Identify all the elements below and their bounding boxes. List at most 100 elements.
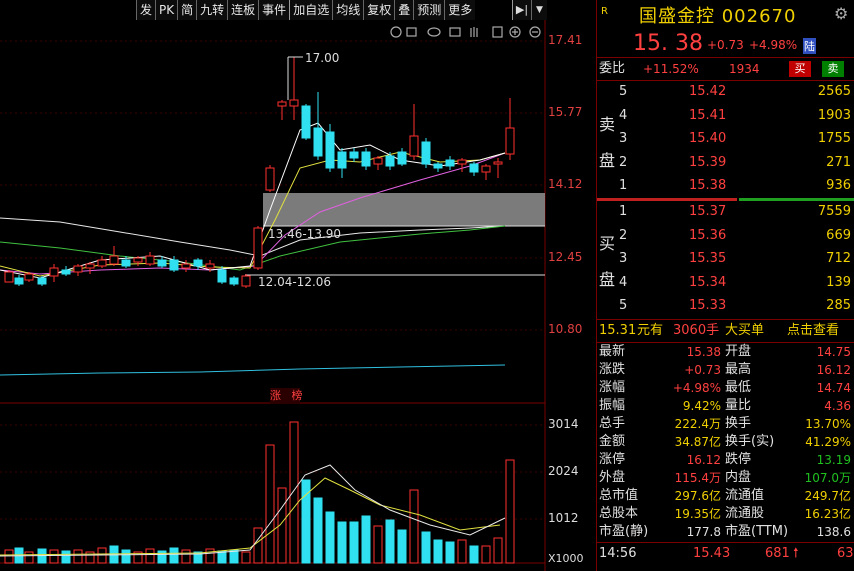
ask-row[interactable]: 1 15.38 936 (597, 175, 854, 197)
ask-row[interactable]: 5 15.42 2565 (597, 81, 854, 103)
candle (433, 163, 443, 169)
bid-row[interactable]: 1 15.37 7559 (597, 201, 854, 223)
candle (229, 277, 239, 285)
bid-row[interactable]: 4 15.34 139 (597, 272, 854, 294)
candle (421, 141, 431, 165)
volume-bar (505, 459, 515, 564)
ask-row[interactable]: 4 15.41 1903 (597, 105, 854, 127)
candle (157, 259, 167, 267)
volume: 669 (826, 227, 851, 243)
toolbar-expand-icon[interactable]: ▶| (512, 0, 531, 20)
volume-bar (493, 537, 503, 564)
price: 15.41 (689, 107, 727, 123)
candle (121, 259, 131, 267)
volume-bar (445, 541, 455, 564)
candle (241, 275, 251, 287)
volume-bar (385, 519, 395, 564)
level: 4 (619, 274, 628, 290)
toolbar-item[interactable]: 九转 (196, 0, 228, 20)
stock-name: 国盛金控 002670 (639, 6, 797, 27)
ask-row[interactable]: 2 15.39 271 (597, 152, 854, 174)
zt-badge[interactable]: 涨 榜 (270, 388, 303, 404)
candle (61, 269, 71, 275)
volume-tick: 3014 (548, 417, 579, 431)
big-order-row[interactable]: 15.31 元有 3060手 大买单 点击查看 (597, 320, 854, 342)
volume: 1755 (817, 131, 851, 146)
toolbar-item[interactable]: PK (155, 0, 178, 20)
last-price: 15. 38 (633, 31, 703, 56)
stat-row: 总手 222.4万 换手 13.70% (599, 416, 851, 431)
price: 15.42 (689, 84, 727, 99)
toolbar-item[interactable]: 均线 (332, 0, 364, 20)
volume-bar (181, 549, 191, 564)
level: 1 (619, 178, 628, 193)
toolbar-item[interactable]: 简 (177, 0, 197, 20)
candle (397, 151, 407, 165)
volume: 139 (826, 274, 851, 290)
level: 3 (619, 131, 628, 146)
candle (373, 157, 383, 165)
toolbar-item[interactable]: 叠 (394, 0, 414, 20)
candle (73, 265, 83, 273)
kline-chart[interactable]: 17.00 13.46-13.90 12.04-12.06 17.41 15.7… (0, 20, 595, 571)
quote-panel: R 国盛金控 002670 ⚙ 15. 38 +0.73 +4.98% 陆 委比… (596, 0, 854, 571)
weibi-row: 委比 +11.52% 1934 买 卖 (597, 58, 854, 80)
candle (4, 271, 14, 283)
toolbar-item[interactable]: 连板 (227, 0, 259, 20)
chart-tools[interactable] (390, 26, 541, 38)
candle (349, 151, 359, 159)
volume-bar (49, 549, 59, 564)
level: 1 (619, 204, 628, 219)
toolbar-item[interactable]: 发 (136, 0, 156, 20)
price: 15.33 (689, 298, 727, 313)
volume-bar (145, 548, 155, 564)
toolbar-dropdown-icon[interactable]: ▼ (531, 0, 547, 20)
volume: 285 (826, 298, 851, 313)
candle (253, 227, 263, 269)
volume-bar (313, 497, 323, 564)
sell-button[interactable]: 卖 (822, 61, 844, 77)
toolbar-item[interactable]: 复权 (363, 0, 395, 20)
candle (145, 255, 155, 265)
volume-bar (409, 489, 419, 564)
toolbar-item[interactable]: 预测 (413, 0, 445, 20)
bid-row[interactable]: 3 15.35 712 (597, 248, 854, 270)
price-tick: 12.45 (548, 250, 583, 264)
volume-bar (397, 529, 407, 564)
stat-row: 总市值 297.6亿 流通值 249.7亿 (599, 488, 851, 503)
r-badge: R (601, 6, 608, 17)
bid-row[interactable]: 2 15.36 669 (597, 225, 854, 247)
range2-label: 12.04-12.06 (258, 275, 331, 289)
stat-row: 最新 15.38 开盘 14.75 (599, 344, 851, 359)
tick-row: 14:56 15.43 681 🠕 63 (597, 543, 854, 565)
bid-row[interactable]: 5 15.33 285 (597, 295, 854, 317)
volume: 1903 (817, 107, 851, 123)
volume: 712 (826, 251, 851, 266)
eye-icon (427, 27, 441, 37)
toolbar-item[interactable]: 更多 (444, 0, 476, 20)
range1-label: 13.46-13.90 (268, 227, 341, 241)
volume-bar (73, 549, 83, 564)
stat-row: 涨跌 +0.73 最高 16.12 (599, 362, 851, 377)
candle (301, 105, 311, 139)
toolbar-item[interactable]: 加自选 (289, 0, 333, 20)
candle (493, 161, 503, 165)
ask-row[interactable]: 3 15.40 1755 (597, 128, 854, 150)
settings-gear-icon[interactable]: ⚙ (834, 4, 848, 23)
bid-side-label: 盘 (599, 270, 616, 289)
view-link[interactable]: 点击查看 (787, 320, 839, 342)
price-tick: 15.77 (548, 105, 583, 119)
volume-bar (61, 550, 71, 564)
volume-bar (24, 551, 34, 564)
candle (469, 163, 479, 173)
toolbar-item[interactable]: 事件 (258, 0, 290, 20)
buy-button[interactable]: 买 (789, 61, 811, 77)
price-pct: +4.98% (749, 38, 798, 52)
volume-bar (205, 548, 215, 564)
volume-bar (4, 549, 14, 564)
price-change: +0.73 (707, 38, 744, 52)
candle (24, 273, 34, 281)
candle (193, 259, 203, 267)
volume: 7559 (817, 204, 851, 219)
candle (457, 159, 467, 165)
